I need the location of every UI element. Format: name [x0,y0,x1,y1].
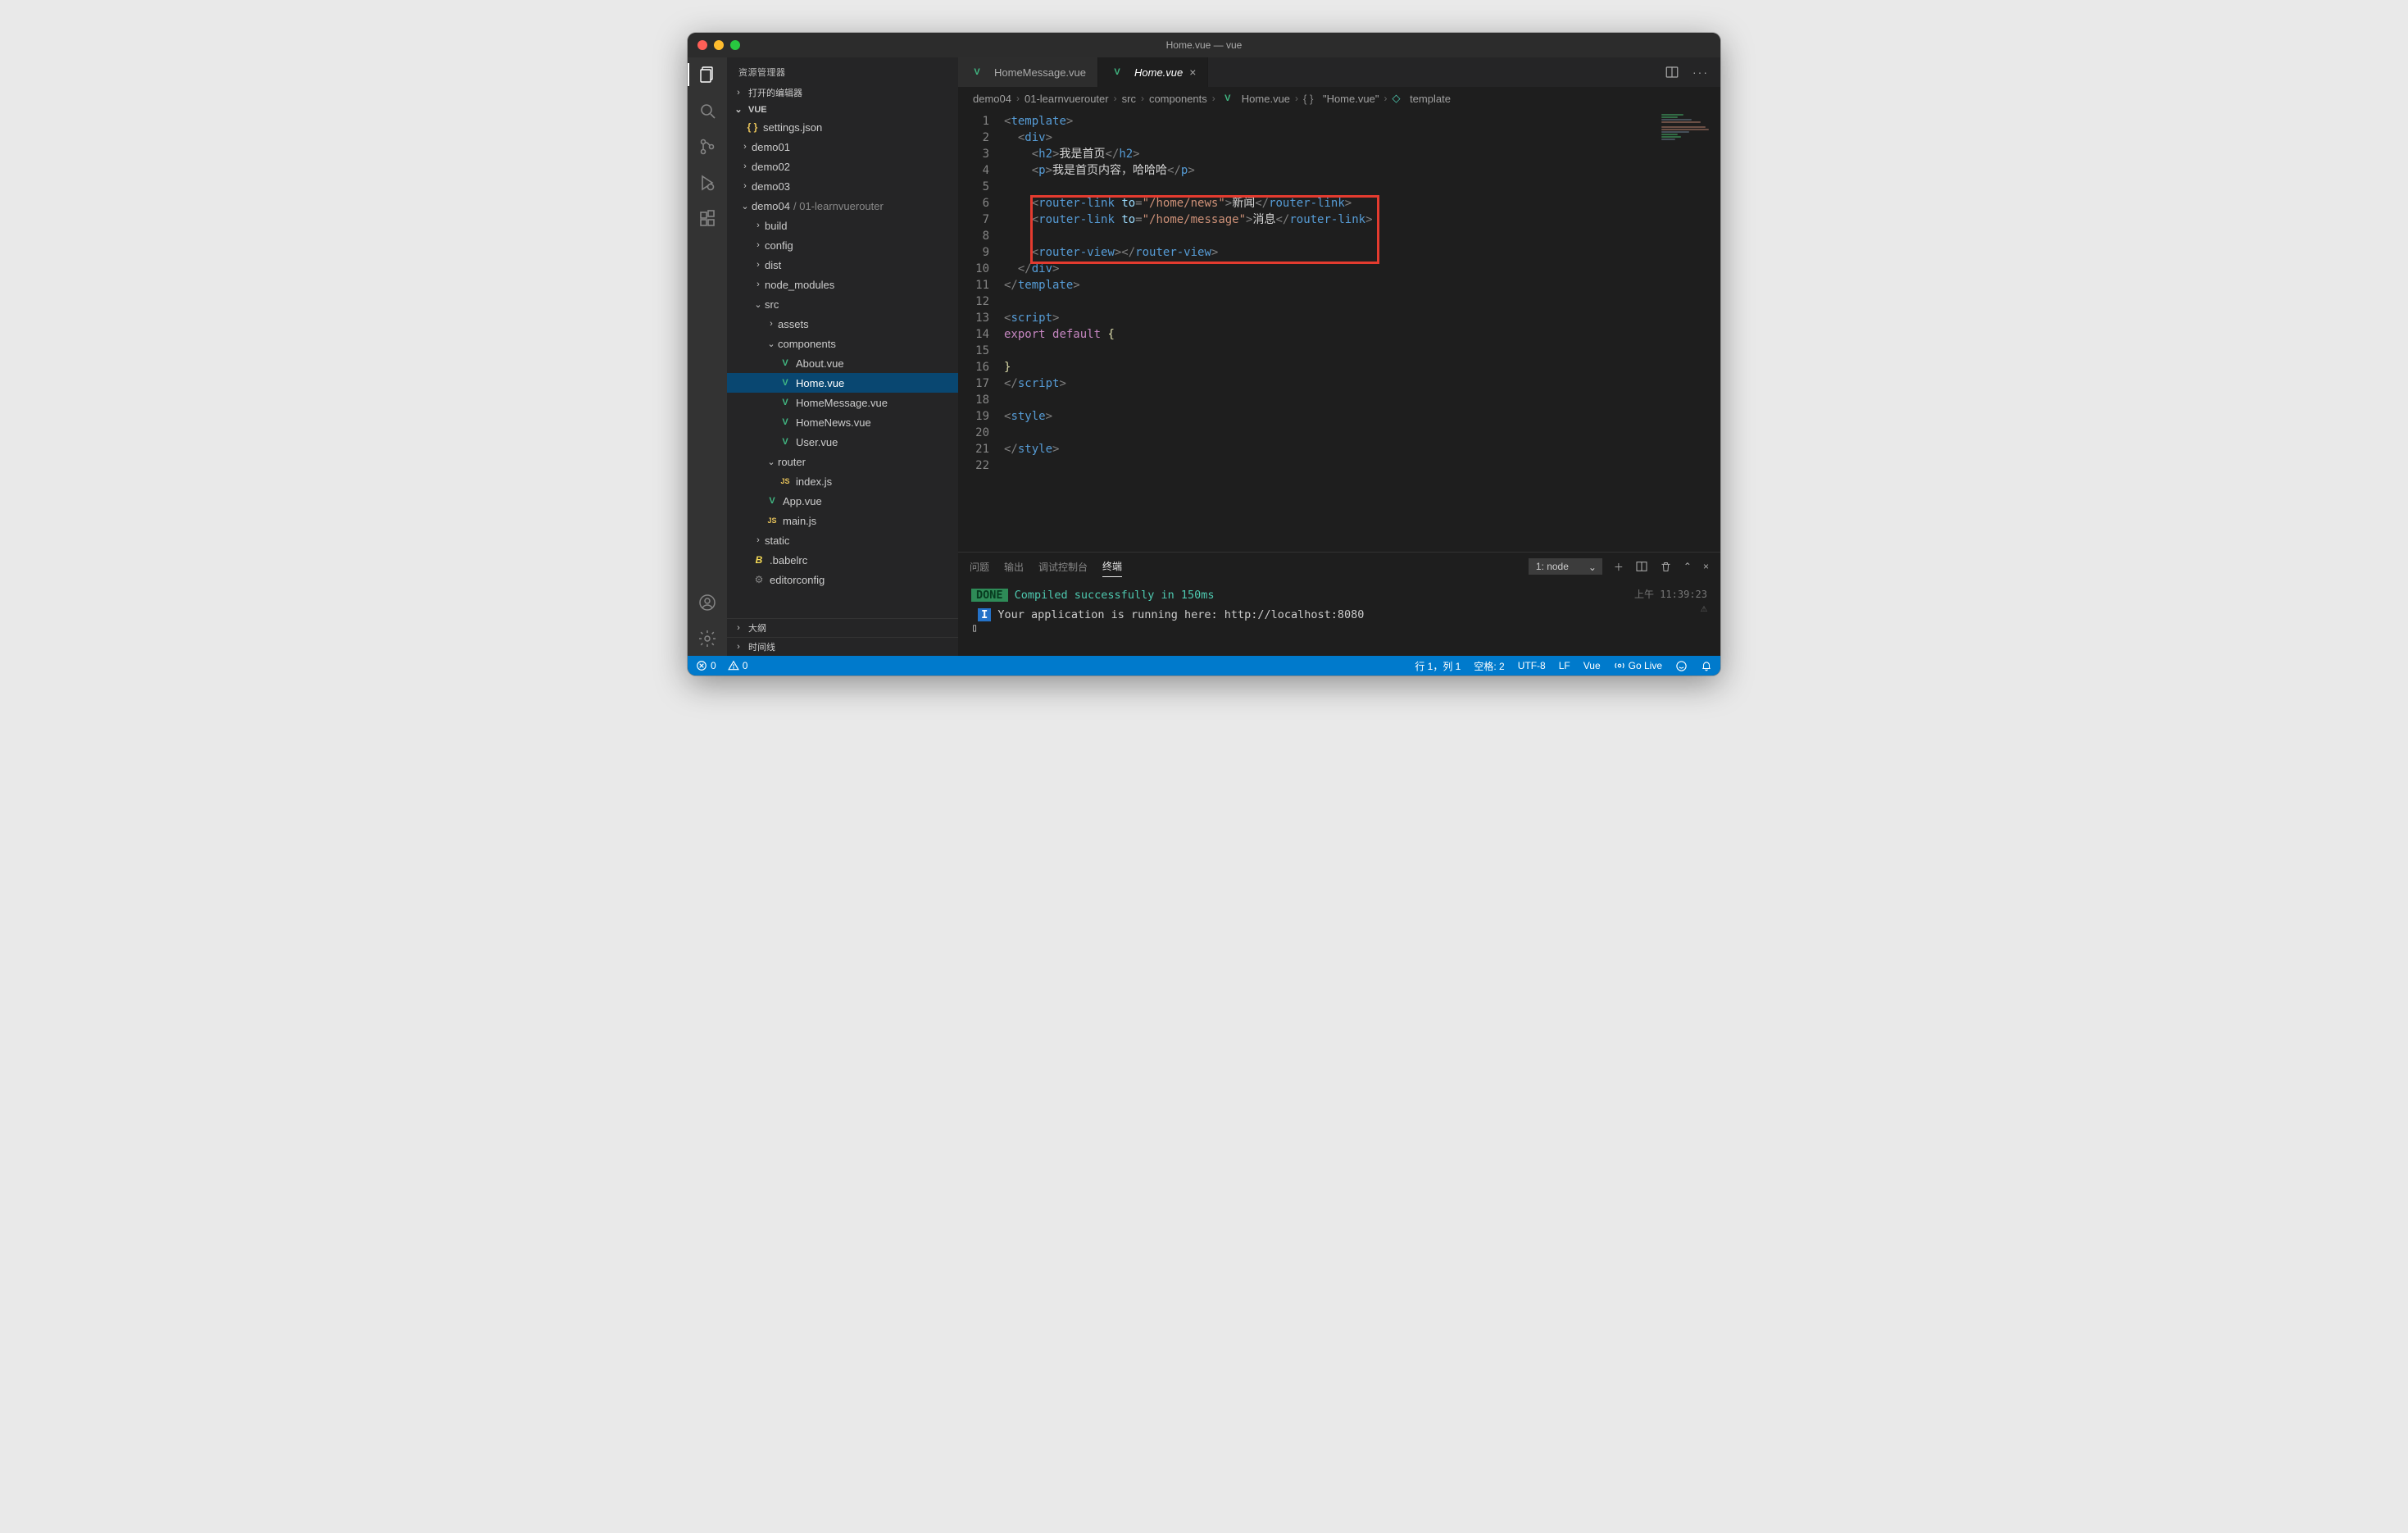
explorer-icon[interactable] [697,64,718,85]
tree-file-about[interactable]: VAbout.vue [727,353,958,373]
terminal-select[interactable]: 1: node⌄ [1529,558,1602,575]
tree-folder-router[interactable]: ⌄router [727,452,958,471]
breadcrumb-item[interactable]: ◇ template [1392,92,1451,105]
editor-area: VHomeMessage.vue VHome.vue× ··· demo04› … [958,57,1720,656]
done-badge: DONE [971,589,1008,602]
tree-file-app-vue[interactable]: VApp.vue [727,491,958,511]
status-bar: 0 0 行 1，列 1 空格: 2 UTF-8 LF Vue Go Live [688,656,1720,676]
section-project[interactable]: ⌄VUE [727,102,958,117]
source-control-icon[interactable] [697,136,718,157]
status-ln-col[interactable]: 行 1，列 1 [1415,659,1461,673]
split-editor-icon[interactable] [1665,65,1679,80]
tree-folder-src[interactable]: ⌄src [727,294,958,314]
panel-tab-problems[interactable]: 问题 [970,557,989,577]
close-tab-icon[interactable]: × [1189,66,1196,79]
status-golive[interactable]: Go Live [1614,660,1662,671]
tree-file-home-message[interactable]: VHomeMessage.vue [727,393,958,412]
breadcrumb-item[interactable]: demo04 [973,93,1011,105]
split-terminal-icon[interactable] [1635,560,1648,573]
breadcrumb-item[interactable]: VHome.vue [1220,93,1290,105]
terminal-line: Your application is running here: http:/… [991,608,1364,621]
tree-folder-demo04[interactable]: ⌄demo04/ 01-learnvuerouter [727,196,958,216]
search-icon[interactable] [697,100,718,121]
section-outline[interactable]: ›大纲 [727,618,958,637]
titlebar: Home.vue — vue [688,33,1720,57]
file-tree: { }settings.json ›demo01 ›demo02 ›demo03… [727,117,958,618]
tree-folder-demo01[interactable]: ›demo01 [727,137,958,157]
tree-folder-config[interactable]: ›config [727,235,958,255]
tab-home[interactable]: VHome.vue× [1098,57,1208,87]
section-open-editors[interactable]: ›打开的编辑器 [727,84,958,102]
explorer-sidebar: 资源管理器 ›打开的编辑器 ⌄VUE { }settings.json ›dem… [727,57,958,656]
warning-icon: ⚠ [1701,602,1707,615]
panel: 问题 输出 调试控制台 终端 1: node⌄ ＋ ⌃ × 上午 11:39:2… [958,552,1720,656]
status-eol[interactable]: LF [1559,660,1570,671]
settings-gear-icon[interactable] [697,628,718,649]
terminal[interactable]: 上午 11:39:23 ⚠ DONE Compiled successfully… [958,580,1720,656]
breadcrumb-item[interactable]: src [1122,93,1136,105]
status-language[interactable]: Vue [1583,660,1601,671]
info-badge: I [978,608,991,621]
tree-folder-node-modules[interactable]: ›node_modules [727,275,958,294]
tree-file-main-js[interactable]: JSmain.js [727,511,958,530]
panel-tab-output[interactable]: 输出 [1004,557,1024,577]
status-encoding[interactable]: UTF-8 [1518,660,1546,671]
tree-folder-components[interactable]: ⌄components [727,334,958,353]
terminal-line: Compiled successfully in 150ms [1008,589,1215,602]
panel-tab-debug[interactable]: 调试控制台 [1038,557,1088,577]
status-feedback-icon[interactable] [1675,660,1688,672]
section-label: 时间线 [748,640,775,653]
tree-folder-dist[interactable]: ›dist [727,255,958,275]
tree-file-babelrc[interactable]: B.babelrc [727,550,958,570]
panel-tab-terminal[interactable]: 终端 [1102,556,1122,577]
section-label: VUE [748,105,767,115]
tree-file-user[interactable]: VUser.vue [727,432,958,452]
status-bell-icon[interactable] [1701,660,1712,671]
tree-folder-build[interactable]: ›build [727,216,958,235]
editor-tabs: VHomeMessage.vue VHome.vue× ··· [958,57,1720,87]
terminal-timestamp: 上午 11:39:23 [1634,587,1707,601]
terminal-cursor: ▯ [971,621,1707,635]
trash-icon[interactable] [1660,561,1672,573]
tree-folder-static[interactable]: ›static [727,530,958,550]
section-timeline[interactable]: ›时间线 [727,637,958,656]
tab-home-message[interactable]: VHomeMessage.vue [958,57,1098,87]
close-panel-icon[interactable]: × [1703,561,1709,572]
panel-tabs: 问题 输出 调试控制台 终端 1: node⌄ ＋ ⌃ × [958,553,1720,580]
code-editor[interactable]: 1<template> 2 <div> 3 <h2>我是首页</h2> 4 <p… [958,110,1720,482]
more-actions-icon[interactable]: ··· [1692,66,1709,79]
tree-folder-demo03[interactable]: ›demo03 [727,176,958,196]
account-icon[interactable] [697,592,718,613]
new-terminal-icon[interactable]: ＋ [1614,560,1624,574]
status-spaces[interactable]: 空格: 2 [1474,659,1504,673]
window-title: Home.vue — vue [688,39,1720,51]
section-label: 打开的编辑器 [748,86,802,99]
vscode-window: Home.vue — vue [688,33,1720,676]
tree-file-home-news[interactable]: VHomeNews.vue [727,412,958,432]
tree-file-index-js[interactable]: JSindex.js [727,471,958,491]
breadcrumbs[interactable]: demo04› 01-learnvuerouter› src› componen… [958,87,1720,110]
tree-folder-assets[interactable]: ›assets [727,314,958,334]
status-errors[interactable]: 0 [696,660,716,671]
tree-folder-demo02[interactable]: ›demo02 [727,157,958,176]
tree-file-editorconfig[interactable]: ⚙editorconfig [727,570,958,589]
tree-file-home[interactable]: VHome.vue [727,373,958,393]
activity-bar [688,57,727,656]
maximize-panel-icon[interactable]: ⌃ [1683,561,1692,572]
section-label: 大纲 [748,621,766,635]
status-warnings[interactable]: 0 [728,660,748,671]
extensions-icon[interactable] [697,208,718,230]
tree-file-settings[interactable]: { }settings.json [727,117,958,137]
breadcrumb-item[interactable]: 01-learnvuerouter [1025,93,1109,105]
run-debug-icon[interactable] [697,172,718,193]
breadcrumb-item[interactable]: components [1149,93,1207,105]
breadcrumb-item[interactable]: { } "Home.vue" [1303,93,1379,105]
sidebar-title: 资源管理器 [727,57,958,84]
chevron-down-icon: ⌄ [1588,562,1597,573]
